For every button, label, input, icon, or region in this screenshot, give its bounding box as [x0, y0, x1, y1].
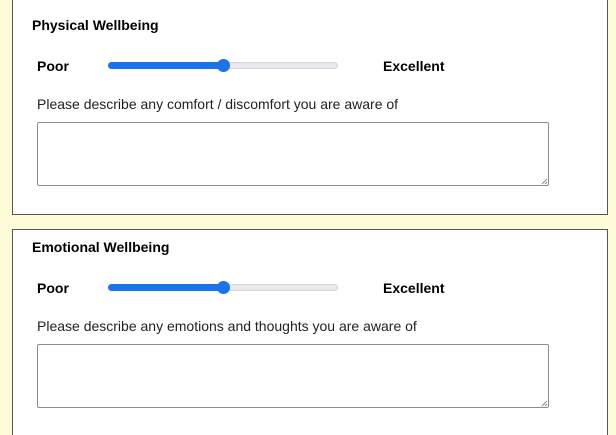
resize-grip-icon[interactable]	[541, 400, 548, 407]
emotional-rating-slider[interactable]	[108, 281, 338, 294]
slider-low-label: Poor	[37, 58, 69, 74]
slider-thumb[interactable]	[217, 59, 230, 72]
slider-high-label: Excellent	[383, 280, 445, 296]
physical-rating-slider[interactable]	[108, 59, 338, 72]
physical-comment-textarea[interactable]	[37, 122, 549, 186]
rating-slider-row: Poor Excellent	[37, 55, 557, 75]
slider-fill	[108, 62, 223, 69]
physical-wellbeing-section: Physical Wellbeing Poor Excellent Please…	[12, 0, 608, 215]
slider-low-label: Poor	[37, 280, 69, 296]
rating-slider-row: Poor Excellent	[37, 277, 557, 297]
comment-prompt: Please describe any comfort / discomfort…	[37, 96, 399, 112]
slider-high-label: Excellent	[383, 58, 445, 74]
comment-prompt: Please describe any emotions and thought…	[37, 318, 417, 334]
wellbeing-form-page: Physical Wellbeing Poor Excellent Please…	[0, 0, 616, 435]
slider-fill	[108, 284, 223, 291]
section-title: Physical Wellbeing	[32, 17, 159, 33]
resize-grip-icon[interactable]	[541, 178, 548, 185]
slider-thumb[interactable]	[217, 281, 230, 294]
emotional-wellbeing-section: Emotional Wellbeing Poor Excellent Pleas…	[12, 229, 608, 435]
emotional-comment-textarea[interactable]	[37, 344, 549, 408]
section-title: Emotional Wellbeing	[32, 239, 170, 255]
